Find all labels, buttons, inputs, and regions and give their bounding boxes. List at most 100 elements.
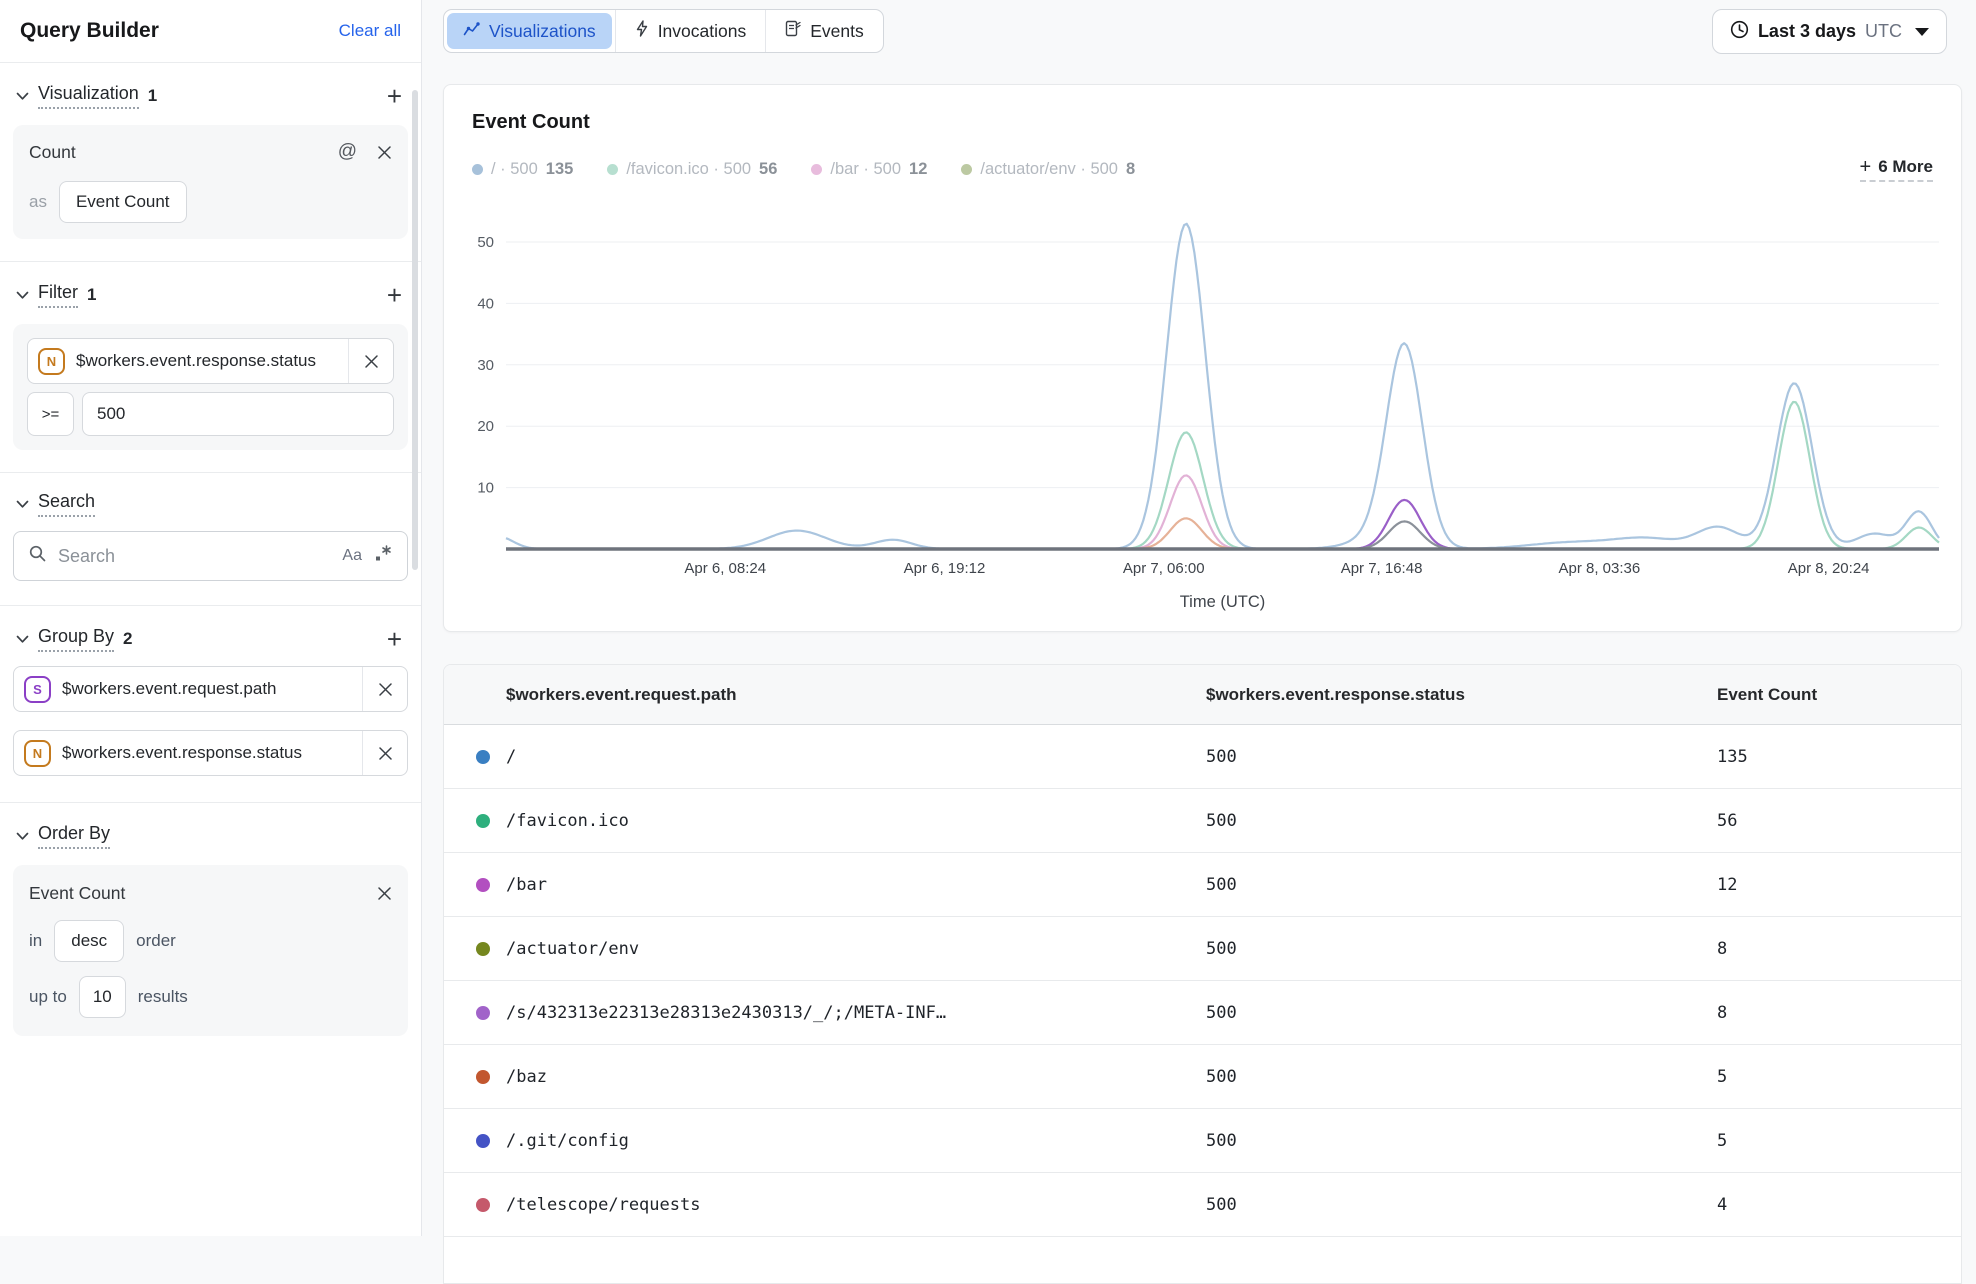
response-status-cell: 500 bbox=[1206, 875, 1717, 895]
svg-text:Apr 6, 08:24: Apr 6, 08:24 bbox=[684, 560, 766, 577]
legend-count: 8 bbox=[1126, 160, 1135, 179]
in-label: in bbox=[29, 931, 42, 951]
legend-color-dot bbox=[472, 164, 483, 175]
svg-text:40: 40 bbox=[477, 295, 494, 312]
number-type-icon: N bbox=[24, 740, 51, 767]
order-by-field[interactable]: Event Count bbox=[29, 883, 125, 904]
svg-text:Time (UTC): Time (UTC) bbox=[1180, 593, 1266, 611]
response-status-cell: 500 bbox=[1206, 939, 1717, 959]
legend-count: 135 bbox=[546, 160, 574, 179]
number-type-icon: N bbox=[38, 348, 65, 375]
event-count-line-chart[interactable]: 1020304050Apr 6, 08:24Apr 6, 19:12Apr 7,… bbox=[444, 205, 1963, 625]
legend-item[interactable]: / · 500 135 bbox=[472, 160, 573, 179]
limit-input[interactable]: 10 bbox=[79, 976, 126, 1018]
series-color-dot bbox=[476, 750, 490, 764]
add-visualization-button[interactable]: + bbox=[381, 86, 408, 106]
search-input[interactable]: Search Aa bbox=[13, 531, 408, 581]
search-label[interactable]: Search bbox=[38, 491, 95, 517]
visualization-label[interactable]: Visualization bbox=[38, 83, 139, 109]
request-path-cell: / bbox=[506, 747, 536, 767]
plus-icon: + bbox=[1860, 159, 1872, 175]
results-label: results bbox=[138, 987, 188, 1007]
svg-text:Apr 6, 19:12: Apr 6, 19:12 bbox=[904, 560, 986, 577]
upto-label: up to bbox=[29, 987, 67, 1007]
group-by-field-select[interactable]: N $workers.event.response.status bbox=[13, 730, 408, 776]
table-row[interactable]: /telescope/requests 500 4 bbox=[444, 1173, 1961, 1237]
group-by-label[interactable]: Group By bbox=[38, 626, 114, 652]
query-builder-panel: Query Builder Clear all Visualization 1 … bbox=[0, 0, 422, 1236]
alias-icon[interactable]: @ bbox=[338, 141, 357, 163]
tab-visualizations[interactable]: Visualizations bbox=[444, 10, 615, 52]
chevron-down-icon[interactable] bbox=[16, 291, 29, 300]
response-status-cell: 500 bbox=[1206, 1067, 1717, 1087]
group-by-count: 2 bbox=[123, 629, 132, 649]
event-count-cell: 8 bbox=[1717, 1003, 1961, 1023]
svg-text:Apr 7, 16:48: Apr 7, 16:48 bbox=[1341, 560, 1423, 577]
tab-label: Invocations bbox=[658, 21, 747, 42]
remove-group-by-button[interactable] bbox=[362, 731, 407, 775]
legend-label: /bar · 500 bbox=[830, 160, 901, 179]
sidebar-scrollbar[interactable] bbox=[412, 90, 418, 570]
table-row[interactable]: /bar 500 12 bbox=[444, 853, 1961, 917]
clock-icon bbox=[1730, 20, 1749, 44]
group-by-field-name: $workers.event.request.path bbox=[62, 679, 277, 699]
table-row[interactable]: /.git/config 500 5 bbox=[444, 1109, 1961, 1173]
chevron-down-icon[interactable] bbox=[16, 92, 29, 101]
legend-label: /favicon.ico · 500 bbox=[626, 160, 751, 179]
add-group-by-button[interactable]: + bbox=[381, 629, 408, 649]
table-row[interactable]: /favicon.ico 500 56 bbox=[444, 789, 1961, 853]
column-header-path[interactable]: $workers.event.request.path bbox=[444, 685, 1206, 705]
group-by-field-select[interactable]: S $workers.event.request.path bbox=[13, 666, 408, 712]
filter-label[interactable]: Filter bbox=[38, 282, 78, 308]
table-row[interactable]: /baz 500 5 bbox=[444, 1045, 1961, 1109]
chevron-down-icon[interactable] bbox=[16, 500, 29, 509]
regex-icon[interactable] bbox=[373, 544, 393, 569]
table-row[interactable]: / 500 135 bbox=[444, 725, 1961, 789]
event-count-cell: 12 bbox=[1717, 875, 1961, 895]
legend-item[interactable]: /bar · 500 12 bbox=[811, 160, 927, 179]
filter-field-name: $workers.event.response.status bbox=[76, 351, 316, 371]
visualization-count: 1 bbox=[148, 86, 157, 106]
clear-all-button[interactable]: Clear all bbox=[339, 21, 401, 41]
request-path-cell: /baz bbox=[506, 1067, 567, 1087]
remove-group-by-button[interactable] bbox=[362, 667, 407, 711]
group-by-field-name: $workers.event.response.status bbox=[62, 743, 302, 763]
aggregation-label[interactable]: Count bbox=[29, 142, 76, 163]
chevron-down-icon[interactable] bbox=[16, 832, 29, 841]
response-status-cell: 500 bbox=[1206, 1131, 1717, 1151]
filter-field-select[interactable]: N $workers.event.response.status bbox=[27, 338, 394, 384]
direction-select[interactable]: desc bbox=[54, 920, 124, 962]
time-range-select[interactable]: Last 3 days UTC bbox=[1712, 9, 1947, 54]
operator-select[interactable]: >= bbox=[27, 392, 74, 436]
tab-invocations[interactable]: Invocations bbox=[615, 10, 766, 52]
event-count-cell: 5 bbox=[1717, 1131, 1961, 1151]
case-sensitive-icon[interactable]: Aa bbox=[342, 547, 362, 565]
legend-item[interactable]: /actuator/env · 500 8 bbox=[961, 160, 1135, 179]
legend-item[interactable]: /favicon.ico · 500 56 bbox=[607, 160, 777, 179]
event-count-cell: 4 bbox=[1717, 1195, 1961, 1215]
table-row[interactable]: /s/432313e22313e28313e2430313/_/;/META-I… bbox=[444, 981, 1961, 1045]
response-status-cell: 500 bbox=[1206, 811, 1717, 831]
alias-value-field[interactable]: Event Count bbox=[59, 181, 187, 223]
chevron-down-icon[interactable] bbox=[16, 635, 29, 644]
event-count-cell: 8 bbox=[1717, 939, 1961, 959]
order-by-label[interactable]: Order By bbox=[38, 823, 110, 849]
column-header-count[interactable]: Event Count bbox=[1717, 685, 1961, 705]
remove-filter-button[interactable] bbox=[348, 339, 393, 383]
table-row[interactable]: /actuator/env 500 8 bbox=[444, 917, 1961, 981]
remove-order-by-button[interactable] bbox=[377, 886, 392, 901]
column-header-status[interactable]: $workers.event.response.status bbox=[1206, 685, 1717, 705]
tab-events[interactable]: Events bbox=[765, 10, 883, 52]
series-color-dot bbox=[476, 1198, 490, 1212]
svg-text:50: 50 bbox=[477, 234, 494, 251]
legend-color-dot bbox=[961, 164, 972, 175]
svg-text:30: 30 bbox=[477, 357, 494, 374]
legend-more-button[interactable]: + 6 More bbox=[1860, 157, 1933, 182]
remove-visualization-button[interactable] bbox=[377, 145, 392, 160]
response-status-cell: 500 bbox=[1206, 1195, 1717, 1215]
group-by-section: Group By 2 + S $workers.event.request.pa… bbox=[0, 606, 421, 803]
filter-value-input[interactable]: 500 bbox=[82, 392, 394, 436]
legend-color-dot bbox=[811, 164, 822, 175]
legend-color-dot bbox=[607, 164, 618, 175]
add-filter-button[interactable]: + bbox=[381, 285, 408, 305]
